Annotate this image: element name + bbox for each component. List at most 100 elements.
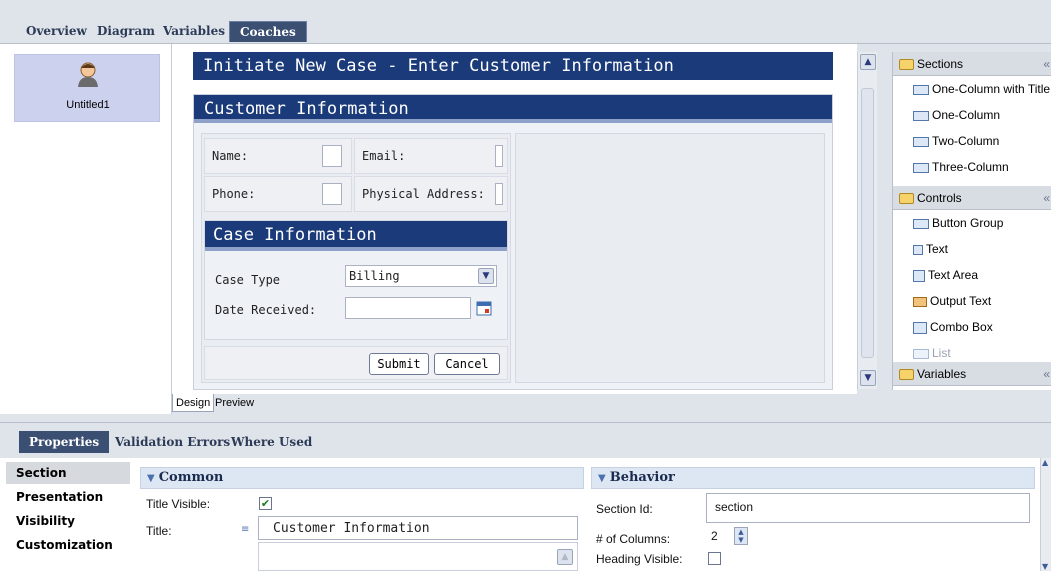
title-visible-checkbox[interactable]: ✔ (259, 497, 272, 510)
tab-overview[interactable]: Overview (26, 21, 87, 42)
combo-box-icon (913, 321, 927, 334)
palette-item-button-group[interactable]: Button Group (893, 210, 1003, 236)
columns-value[interactable]: 2 (711, 529, 718, 543)
phone-input[interactable] (322, 183, 342, 205)
folder-icon (899, 193, 914, 205)
text-area-icon (913, 269, 925, 282)
name-input[interactable] (322, 145, 342, 167)
tab-variables[interactable]: Variables (163, 21, 225, 42)
section-id-label: Section Id: (596, 502, 653, 516)
heading-visible-checkbox[interactable] (708, 552, 721, 565)
title-extra-field[interactable]: ▲ (258, 542, 578, 571)
common-group-header[interactable]: ▼ Common (140, 467, 584, 489)
tab-design[interactable]: Design (172, 394, 215, 412)
collapse-icon[interactable]: « (1043, 362, 1050, 386)
button-row: Submit Cancel (204, 346, 508, 380)
user-icon (78, 62, 98, 87)
palette-item-combo-box[interactable]: Combo Box (893, 314, 993, 340)
palette-controls-header[interactable]: Controls « (893, 186, 1051, 210)
calendar-icon[interactable] (476, 300, 492, 316)
email-label: Email: (362, 149, 406, 163)
tab-properties[interactable]: Properties (19, 431, 110, 453)
address-input[interactable] (495, 183, 503, 205)
cancel-button[interactable]: Cancel (434, 353, 500, 375)
palette-item-label: Two-Column (932, 134, 1000, 148)
expand-icon: ▼ (598, 473, 606, 484)
scroll-up-icon[interactable]: ▲ (557, 549, 573, 565)
heading-visible-label: Heading Visible: (596, 552, 683, 566)
case-section[interactable]: Case Information Case Type Billing ▼ Dat… (204, 220, 508, 340)
tab-preview[interactable]: Preview (212, 394, 257, 412)
binding-icon[interactable]: ≡ (241, 524, 249, 535)
scroll-down-icon[interactable]: ▼ (1042, 562, 1048, 571)
palette-variables-header[interactable]: Variables « (893, 362, 1051, 386)
coach-item[interactable]: Untitled1 (14, 54, 160, 122)
sections-label: Sections (917, 57, 964, 71)
text-icon (913, 244, 923, 255)
palette-item-label: Output Text (930, 294, 992, 308)
palette-item-label: Text (926, 242, 949, 256)
palette-item-label: List (932, 346, 951, 360)
email-input[interactable] (495, 145, 503, 167)
expand-icon: ▼ (147, 473, 155, 484)
scroll-up-icon[interactable]: ▲ (1042, 458, 1048, 467)
customer-section[interactable]: Customer Information Name: Email: Phone:… (193, 94, 833, 390)
palette-item-two-column[interactable]: Two-Column (893, 128, 999, 154)
collapse-icon[interactable]: « (1043, 52, 1050, 76)
props-nav-customization[interactable]: Customization (6, 534, 130, 556)
title-input[interactable]: Customer Information (258, 516, 578, 540)
tab-validation-errors[interactable]: Validation Errors (115, 431, 230, 453)
properties-tab-bar: Properties Validation Errors Where Used (0, 422, 1051, 458)
section-icon (913, 162, 929, 173)
chevron-down-icon[interactable]: ▼ (478, 268, 494, 284)
case-section-title[interactable]: Case Information (205, 221, 507, 251)
section-icon (913, 84, 929, 95)
scroll-down-icon[interactable]: ▼ (860, 370, 876, 386)
columns-label: # of Columns: (596, 532, 671, 546)
title-value: Customer Information (273, 521, 430, 536)
coach-list: Untitled1 (0, 44, 172, 414)
canvas-scrollbar[interactable]: ▲ ▼ (857, 52, 877, 389)
palette-item-label: Text Area (928, 268, 979, 282)
controls-label: Controls (917, 191, 962, 205)
scroll-up-icon[interactable]: ▲ (860, 54, 876, 70)
palette-item-output-text[interactable]: Output Text (893, 288, 991, 314)
page-title[interactable]: Initiate New Case - Enter Customer Infor… (193, 52, 833, 80)
behavior-header-label: Behavior (609, 470, 675, 485)
right-column[interactable] (515, 133, 825, 383)
columns-stepper[interactable]: ▲ ▼ (734, 527, 748, 545)
scroll-thumb[interactable] (861, 88, 874, 358)
palette-item-one-column[interactable]: One-Column (893, 102, 1000, 128)
customer-section-title[interactable]: Customer Information (194, 95, 832, 123)
tab-where-used[interactable]: Where Used (231, 431, 312, 453)
behavior-group-header[interactable]: ▼ Behavior (591, 467, 1035, 489)
section-id-input[interactable]: section (706, 493, 1030, 523)
design-preview-tabs: Design Preview (172, 394, 892, 414)
properties-scrollbar[interactable]: ▲ ▼ (1040, 458, 1051, 571)
properties-panel: Section Presentation Visibility Customiz… (0, 458, 1051, 571)
email-cell: Email: (354, 138, 508, 174)
date-received-input[interactable] (345, 297, 471, 319)
palette-item-text[interactable]: Text (893, 236, 948, 262)
folder-icon (899, 369, 914, 381)
palette-item-three-column[interactable]: Three-Column (893, 154, 1009, 180)
folder-icon (899, 59, 914, 71)
tab-coaches[interactable]: Coaches (229, 21, 307, 42)
palette-item-text-area[interactable]: Text Area (893, 262, 978, 288)
palette-item-one-column-title[interactable]: One-Column with Title (893, 76, 1050, 102)
props-nav-presentation[interactable]: Presentation (6, 486, 130, 508)
design-canvas: Initiate New Case - Enter Customer Infor… (172, 44, 857, 394)
palette-item-label: Three-Column (932, 160, 1009, 174)
palette-sections-header[interactable]: Sections « (893, 52, 1051, 76)
props-nav-visibility[interactable]: Visibility (6, 510, 130, 532)
case-type-select[interactable]: Billing ▼ (345, 265, 497, 287)
collapse-icon[interactable]: « (1043, 186, 1050, 210)
list-icon (913, 348, 929, 359)
name-label: Name: (212, 149, 249, 163)
tab-diagram[interactable]: Diagram (97, 21, 155, 42)
submit-button[interactable]: Submit (369, 353, 429, 375)
section-id-value: section (715, 500, 754, 514)
common-header-label: Common (158, 470, 224, 485)
props-nav-section[interactable]: Section (6, 462, 130, 484)
palette-item-list[interactable]: List (893, 340, 951, 360)
